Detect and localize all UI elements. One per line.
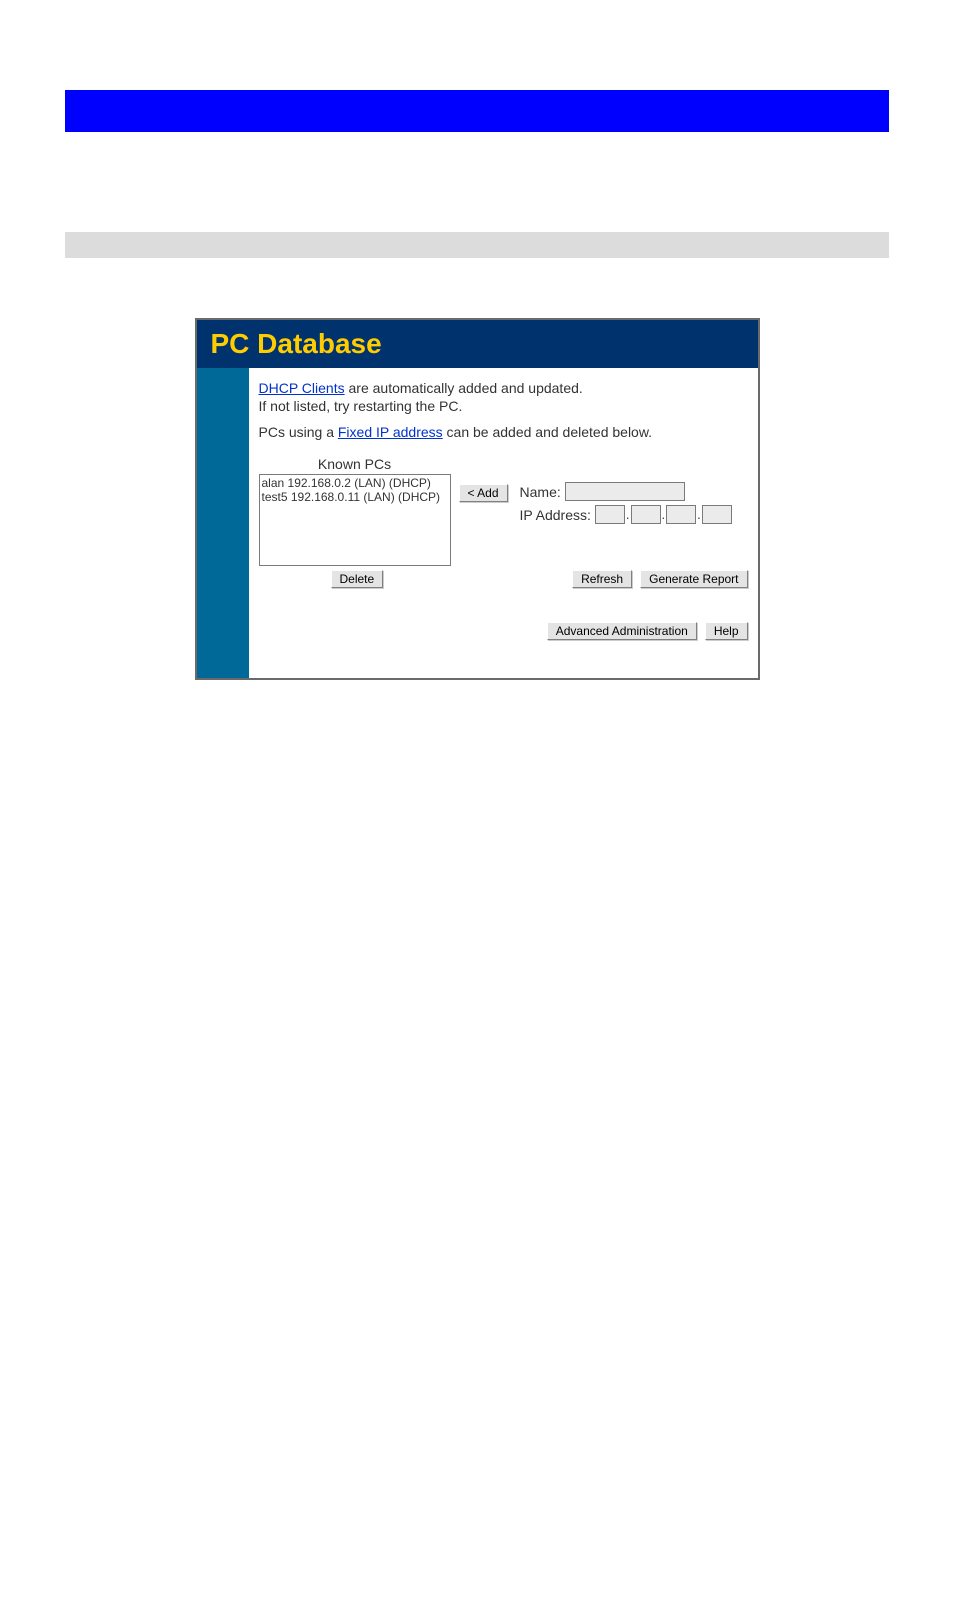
name-input[interactable] <box>565 482 685 501</box>
pc-database-panel: PC Database DHCP Clients are automatical… <box>195 318 760 680</box>
content-area: DHCP Clients are automatically added and… <box>249 368 758 678</box>
button-row-2: Advanced Administration Help <box>259 622 748 640</box>
intro-line-1: DHCP Clients are automatically added and… <box>259 380 748 396</box>
known-pcs-column: Known PCs alan 192.168.0.2 (LAN) (DHCP) … <box>259 456 451 566</box>
side-strip <box>197 368 249 678</box>
ip-dot: . <box>626 507 630 522</box>
panel-title: PC Database <box>197 320 758 368</box>
ip-octet-4[interactable] <box>702 505 732 524</box>
ip-octet-3[interactable] <box>666 505 696 524</box>
name-label: Name: <box>520 484 561 500</box>
ip-field-row: IP Address: ... <box>520 505 732 524</box>
gray-bar <box>65 232 889 258</box>
add-button[interactable]: < Add <box>459 484 508 502</box>
intro-line-3: PCs using a Fixed IP address can be adde… <box>259 424 748 440</box>
right-column: Name: IP Address: ... <box>520 456 732 528</box>
panel-body: DHCP Clients are automatically added and… <box>197 368 758 678</box>
form-row: Known PCs alan 192.168.0.2 (LAN) (DHCP) … <box>259 456 748 566</box>
advanced-admin-button[interactable]: Advanced Administration <box>547 622 697 640</box>
intro-line-2: If not listed, try restarting the PC. <box>259 398 748 414</box>
ip-address-label: IP Address: <box>520 507 591 523</box>
known-pcs-list[interactable]: alan 192.168.0.2 (LAN) (DHCP) test5 192.… <box>259 474 451 566</box>
intro-before-link2: PCs using a <box>259 424 338 440</box>
generate-report-button[interactable]: Generate Report <box>640 570 747 588</box>
list-item[interactable]: alan 192.168.0.2 (LAN) (DHCP) <box>262 476 448 490</box>
intro-after-link2: can be added and deleted below. <box>443 424 652 440</box>
refresh-button[interactable]: Refresh <box>572 570 632 588</box>
known-pcs-label: Known PCs <box>318 456 391 472</box>
ip-dot: . <box>697 507 701 522</box>
delete-button[interactable]: Delete <box>331 570 384 588</box>
name-field-row: Name: <box>520 482 732 501</box>
dhcp-clients-link[interactable]: DHCP Clients <box>259 380 345 396</box>
top-blue-bar <box>65 90 889 132</box>
ip-octet-2[interactable] <box>631 505 661 524</box>
ip-octet-1[interactable] <box>595 505 625 524</box>
help-button[interactable]: Help <box>705 622 748 640</box>
add-column: < Add <box>459 456 508 502</box>
fixed-ip-link[interactable]: Fixed IP address <box>338 424 443 440</box>
intro-after-link1: are automatically added and updated. <box>345 380 583 396</box>
list-item[interactable]: test5 192.168.0.11 (LAN) (DHCP) <box>262 490 448 504</box>
ip-dot: . <box>662 507 666 522</box>
